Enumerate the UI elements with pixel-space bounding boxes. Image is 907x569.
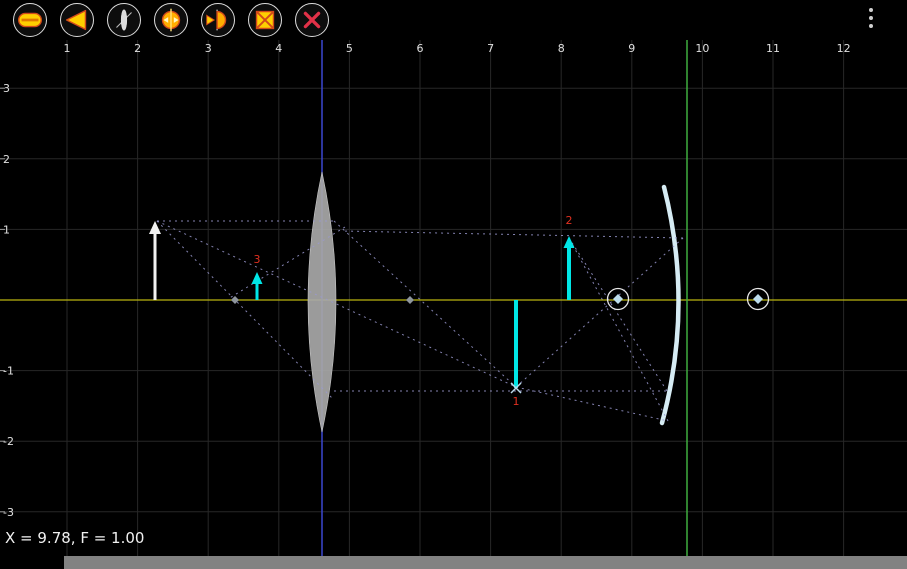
tool-flat-glass-button[interactable] xyxy=(13,3,47,37)
ray xyxy=(516,387,668,421)
x-tick-label: 6 xyxy=(417,42,424,55)
status-readout: X = 9.78, F = 1.00 xyxy=(5,529,144,547)
tool-delete-button[interactable] xyxy=(295,3,329,37)
sphere-lens-icon xyxy=(155,4,187,36)
blocker-icon xyxy=(249,4,281,36)
thin-lens-icon xyxy=(108,4,140,36)
ray xyxy=(516,238,683,387)
tool-blocker-button[interactable] xyxy=(248,3,282,37)
optics-canvas[interactable]: 123456789101112321-1-2-3123 xyxy=(0,0,907,569)
ray xyxy=(569,238,667,391)
ray xyxy=(569,238,668,421)
half-sphere-lens-icon xyxy=(202,4,234,36)
toolbar xyxy=(0,0,907,40)
x-tick-label: 8 xyxy=(558,42,565,55)
x-tick-label: 5 xyxy=(346,42,353,55)
image-number-label: 2 xyxy=(566,214,573,227)
concave-mirror[interactable] xyxy=(662,187,679,423)
y-tick-label: -3 xyxy=(3,506,14,519)
x-tick-label: 7 xyxy=(487,42,494,55)
mirror-focal-point xyxy=(613,294,623,304)
tool-prism-button[interactable] xyxy=(60,3,94,37)
y-tick-label: -1 xyxy=(3,365,14,378)
x-tick-label: 3 xyxy=(205,42,212,55)
x-tick-label: 1 xyxy=(64,42,71,55)
image-arrowhead xyxy=(564,236,575,248)
x-tick-label: 2 xyxy=(134,42,141,55)
x-tick-label: 11 xyxy=(766,42,780,55)
image-number-label: 3 xyxy=(254,253,261,266)
image-number-label: 1 xyxy=(513,395,520,408)
tool-sphere-lens-button[interactable] xyxy=(154,3,188,37)
ray xyxy=(157,221,334,400)
optics-app-screen: 123456789101112321-1-2-3123 xyxy=(0,0,907,569)
delete-x-icon xyxy=(296,4,328,36)
kebab-dot xyxy=(869,16,873,20)
flat-glass-icon xyxy=(14,4,46,36)
overflow-menu-button[interactable] xyxy=(867,6,875,30)
kebab-dot xyxy=(869,8,873,12)
x-tick-label: 4 xyxy=(275,42,282,55)
x-tick-label: 10 xyxy=(695,42,709,55)
lens-focal-point xyxy=(406,296,414,304)
y-tick-label: 3 xyxy=(3,82,10,95)
tool-thin-lens-button[interactable] xyxy=(107,3,141,37)
x-tick-label: 12 xyxy=(837,42,851,55)
mirror-focal-point xyxy=(753,294,763,304)
object-arrowhead xyxy=(149,221,161,234)
kebab-dot xyxy=(869,24,873,28)
y-tick-label: 2 xyxy=(3,153,10,166)
system-nav-bar[interactable] xyxy=(64,556,907,569)
image-arrowhead xyxy=(252,272,263,284)
prism-icon xyxy=(61,4,93,36)
ray xyxy=(157,221,516,387)
ray xyxy=(334,221,516,387)
tool-half-sphere-button[interactable] xyxy=(201,3,235,37)
x-tick-label: 9 xyxy=(628,42,635,55)
y-tick-label: -2 xyxy=(3,435,14,448)
y-tick-label: 1 xyxy=(3,223,10,236)
